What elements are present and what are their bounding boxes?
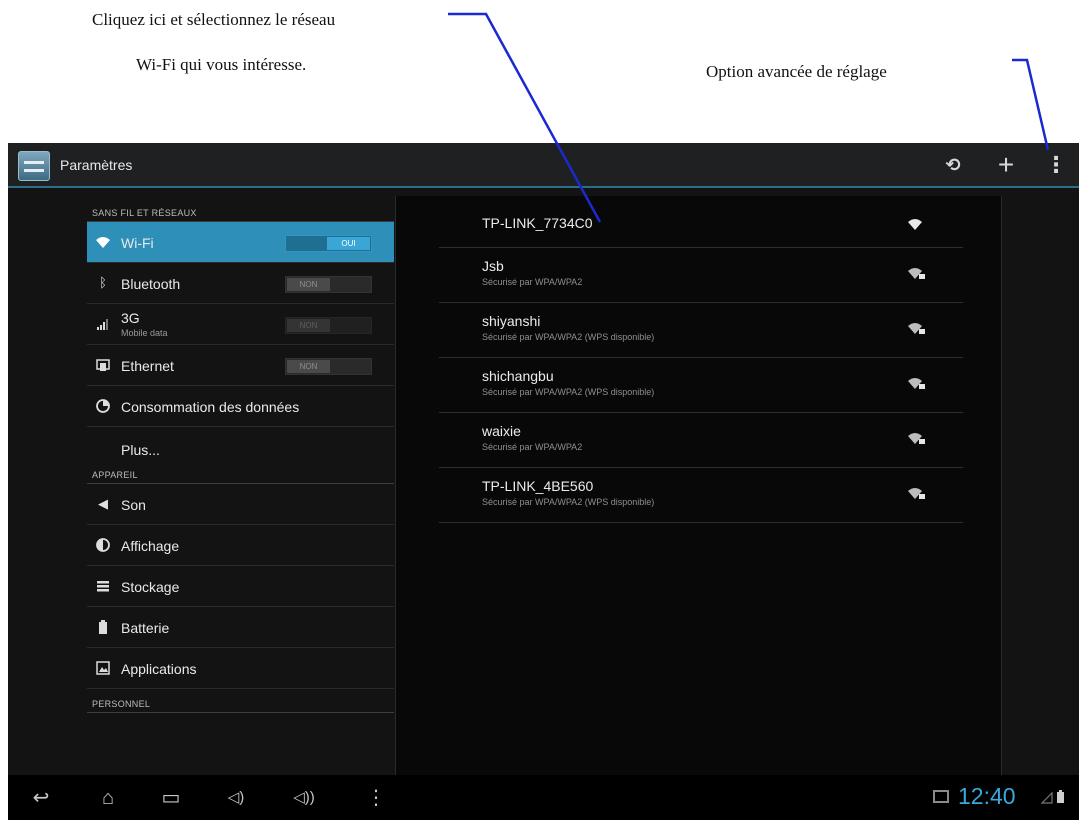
- settings-item-bluetooth[interactable]: ᛒ Bluetooth NON: [87, 263, 394, 304]
- network-security-status: Sécurisé par WPA/WPA2 (WPS disponible): [482, 387, 655, 397]
- signal-bars-icon: [97, 319, 108, 330]
- settings-item-label: Bluetooth: [121, 276, 181, 292]
- storage-icon: [97, 581, 109, 592]
- wifi-network-row[interactable]: shichangbu Sécurisé par WPA/WPA2 (WPS dis…: [439, 358, 963, 413]
- settings-item-battery[interactable]: Batterie: [87, 607, 394, 648]
- annotation-select-network-line1: Cliquez ici et sélectionnez le réseau: [92, 10, 336, 29]
- settings-item-sublabel: Mobile data: [121, 328, 168, 338]
- pointer-line-overflow: [1012, 58, 1050, 151]
- settings-item-storage[interactable]: Stockage: [87, 566, 394, 607]
- settings-item-label: Applications: [121, 661, 197, 677]
- annotation-advanced-option: Option avancée de réglage: [706, 62, 887, 81]
- section-header-personal: PERSONNEL: [87, 689, 394, 713]
- network-security-status: Sécurisé par WPA/WPA2: [482, 442, 583, 452]
- wifi-secured-signal-icon: [908, 433, 925, 444]
- add-network-icon[interactable]: +: [988, 149, 1024, 181]
- wifi-secured-signal-icon: [908, 323, 925, 334]
- settings-item-mobile-data[interactable]: 3G Mobile data NON: [87, 304, 394, 345]
- settings-item-label: Wi-Fi: [121, 235, 154, 251]
- wifi-scan-icon[interactable]: ⟲: [935, 149, 971, 181]
- settings-item-label: Ethernet: [121, 358, 174, 374]
- network-name: shiyanshi: [482, 313, 541, 329]
- network-security-status: Sécurisé par WPA/WPA2 (WPS disponible): [482, 332, 655, 342]
- settings-item-label: Plus...: [121, 442, 160, 458]
- network-name: Jsb: [482, 258, 504, 274]
- settings-item-label: Consommation des données: [121, 399, 300, 415]
- annotation-select-network-line2: Wi-Fi qui vous intéresse.: [136, 55, 307, 74]
- section-header-wireless: SANS FIL ET RÉSEAUX: [87, 190, 394, 222]
- overflow-menu-icon[interactable]: ⋮: [1038, 149, 1074, 181]
- wifi-network-row[interactable]: waixie Sécurisé par WPA/WPA2: [439, 413, 963, 468]
- settings-item-label: Affichage: [121, 538, 180, 554]
- wifi-signal-icon: [908, 219, 922, 230]
- toggle-label: NON: [287, 319, 330, 332]
- settings-item-ethernet[interactable]: Ethernet NON: [87, 345, 394, 386]
- action-bar: Paramètres ⟲ + ⋮: [8, 143, 1079, 188]
- network-name: waixie: [482, 423, 521, 439]
- wifi-network-row[interactable]: Jsb Sécurisé par WPA/WPA2: [439, 248, 963, 303]
- toggle-label: NON: [287, 360, 330, 373]
- back-icon[interactable]: ↩: [23, 785, 59, 811]
- settings-item-label: Son: [121, 497, 146, 513]
- signal-battery-icon[interactable]: [1040, 789, 1068, 805]
- settings-item-display[interactable]: Affichage: [87, 525, 394, 566]
- settings-item-wifi[interactable]: Wi-Fi OUI: [87, 222, 394, 263]
- bluetooth-icon: ᛒ: [99, 275, 107, 290]
- battery-icon: [99, 620, 107, 634]
- wifi-toggle[interactable]: OUI: [285, 235, 372, 252]
- network-name: shichangbu: [482, 368, 554, 384]
- wifi-network-row[interactable]: shiyanshi Sécurisé par WPA/WPA2 (WPS disp…: [439, 303, 963, 358]
- settings-item-applications[interactable]: Applications: [87, 648, 394, 689]
- gallery-notification-icon[interactable]: [933, 790, 949, 803]
- data-usage-icon: [96, 399, 110, 413]
- wifi-secured-signal-icon: [908, 378, 925, 389]
- wifi-icon: [96, 237, 110, 248]
- tablet-screen: Paramètres ⟲ + ⋮ SANS FIL ET RÉSEAUX Wi-…: [8, 143, 1079, 820]
- volume-up-icon[interactable]: ◁)): [286, 785, 322, 811]
- volume-down-icon[interactable]: ◁): [218, 785, 254, 811]
- wifi-secured-signal-icon: [908, 268, 925, 279]
- network-name: TP-LINK_4BE560: [482, 478, 594, 494]
- navigation-bar: ↩ ⌂ ▭ ◁) ◁)) ⋮ 12:40: [8, 775, 1079, 820]
- toggle-label: OUI: [327, 237, 370, 250]
- settings-item-label: Stockage: [121, 579, 180, 595]
- menu-icon[interactable]: ⋮: [358, 785, 394, 811]
- settings-item-label: Batterie: [121, 620, 170, 636]
- settings-list: SANS FIL ET RÉSEAUX Wi-Fi OUI ᛒ Bluetoot…: [87, 190, 394, 775]
- mobile-data-toggle[interactable]: NON: [285, 317, 372, 334]
- network-name: TP-LINK_7734C0: [482, 215, 593, 231]
- recent-apps-icon[interactable]: ▭: [153, 785, 189, 811]
- wifi-network-row[interactable]: TP-LINK_7734C0: [439, 196, 963, 248]
- settings-item-sound[interactable]: ◀ Son: [87, 484, 394, 525]
- apps-icon: [96, 661, 110, 675]
- settings-item-more[interactable]: Plus...: [87, 427, 394, 462]
- settings-app-icon[interactable]: [18, 151, 50, 181]
- bluetooth-toggle[interactable]: NON: [285, 276, 372, 293]
- speaker-icon: ◀: [98, 496, 108, 511]
- section-header-device: APPAREIL: [87, 462, 394, 484]
- wifi-secured-signal-icon: [908, 488, 925, 499]
- wifi-network-row[interactable]: TP-LINK_4BE560 Sécurisé par WPA/WPA2 (WPS…: [439, 468, 963, 523]
- home-icon[interactable]: ⌂: [90, 785, 126, 811]
- network-security-status: Sécurisé par WPA/WPA2: [482, 277, 583, 287]
- settings-item-data-usage[interactable]: Consommation des données: [87, 386, 394, 427]
- wifi-network-list: TP-LINK_7734C0 Jsb Sécurisé par WPA/WPA2 sh…: [395, 196, 1002, 775]
- page-title: Paramètres: [60, 157, 133, 173]
- status-clock[interactable]: 12:40: [958, 783, 1016, 810]
- ethernet-icon: [96, 359, 110, 371]
- toggle-label: NON: [287, 278, 330, 291]
- ethernet-toggle[interactable]: NON: [285, 358, 372, 375]
- settings-item-label: 3G: [121, 310, 140, 326]
- brightness-icon: [96, 538, 110, 552]
- network-security-status: Sécurisé par WPA/WPA2 (WPS disponible): [482, 497, 655, 507]
